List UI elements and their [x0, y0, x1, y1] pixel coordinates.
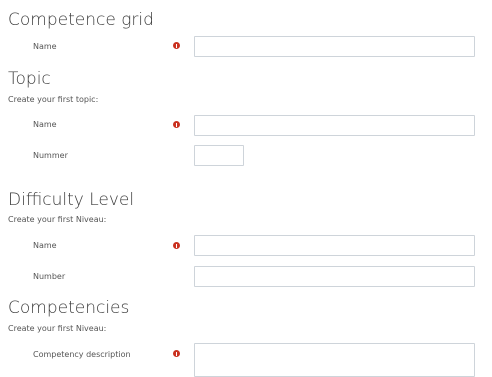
exclamation-circle-icon — [173, 350, 180, 357]
competencies-heading: Competencies — [8, 298, 130, 318]
difficulty-number-input[interactable] — [194, 266, 475, 287]
exclamation-circle-icon — [173, 242, 180, 249]
topic-subtitle: Create your first topic: — [8, 95, 99, 104]
difficulty-name-input[interactable] — [194, 235, 475, 256]
difficulty-name-label: Name — [33, 241, 57, 250]
competencies-subtitle: Create your first Niveau: — [8, 324, 107, 333]
topic-name-label: Name — [33, 120, 57, 129]
competency-description-label: Competency description — [33, 350, 131, 359]
topic-nummer-label: Nummer — [33, 151, 68, 160]
difficulty-number-label: Number — [33, 272, 66, 281]
topic-name-input[interactable] — [194, 115, 475, 136]
competence-grid-name-input[interactable] — [194, 36, 475, 57]
difficulty-level-subtitle: Create your first Niveau: — [8, 215, 107, 224]
competence-grid-heading: Competence grid — [8, 10, 154, 30]
topic-heading: Topic — [8, 69, 51, 89]
exclamation-circle-icon — [173, 42, 180, 49]
competency-description-textarea[interactable] — [194, 343, 475, 377]
difficulty-level-heading: Difficulty Level — [8, 190, 135, 210]
exclamation-circle-icon — [173, 121, 180, 128]
competence-grid-name-label: Name — [33, 42, 57, 51]
topic-nummer-input[interactable] — [194, 145, 244, 166]
